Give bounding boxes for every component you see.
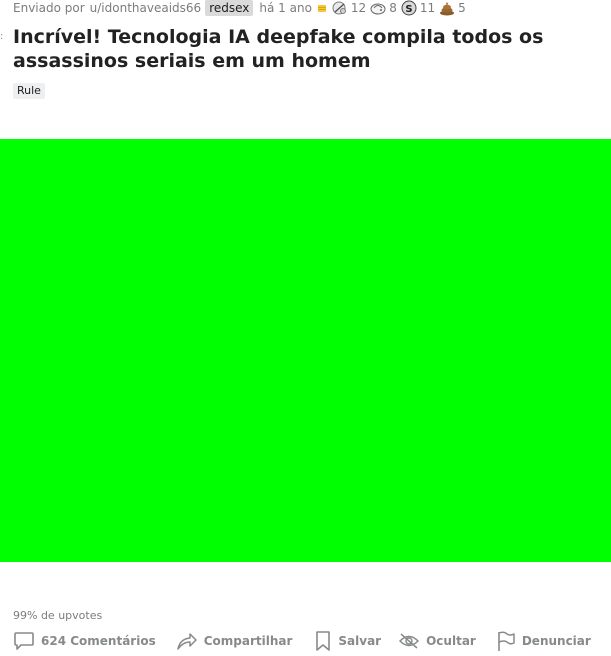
share-button[interactable]: Compartilhar (176, 629, 293, 653)
helpful-award-icon (332, 1, 346, 15)
post-card: : Enviado por u/idonthaveaids66 redsex h… (0, 0, 611, 656)
post-title[interactable]: Incrível! Tecnologia IA deepfake compila… (13, 25, 603, 73)
collapse-edge-marker: : (0, 31, 4, 42)
award-count: 12 (350, 1, 367, 15)
svg-text:S: S (405, 4, 412, 15)
save-label: Salvar (338, 634, 382, 648)
poop-award-icon (440, 2, 455, 16)
comments-label: 624 Comentários (41, 634, 156, 648)
upvote-ratio: 99% de upvotes (13, 609, 103, 622)
award-count: 5 (458, 1, 466, 15)
post-actions: 624 Comentários Compartilhar Salvar Ocul… (13, 629, 591, 653)
report-button[interactable]: Denunciar (496, 629, 591, 653)
share-label: Compartilhar (203, 634, 293, 648)
post-time: há 1 ano (259, 1, 312, 15)
hide-label: Ocultar (426, 634, 476, 648)
post-meta: Enviado por u/idonthaveaids66 redsex há … (13, 0, 466, 16)
report-label: Denunciar (521, 634, 591, 648)
bookmark-icon (316, 631, 331, 651)
comments-button[interactable]: 624 Comentários (13, 629, 156, 653)
eye-slash-icon (399, 633, 420, 649)
post-media[interactable] (0, 139, 611, 562)
user-flair: redsex (205, 0, 254, 16)
share-icon (176, 633, 197, 650)
save-button[interactable]: Salvar (314, 629, 381, 653)
post-tag[interactable]: Rule (13, 83, 45, 99)
award-count: 11 (419, 1, 436, 15)
submitted-prefix: Enviado por (13, 1, 85, 15)
wholesome-award[interactable]: 8 (370, 0, 397, 16)
wholesome-award-icon (370, 3, 386, 15)
author-link[interactable]: u/idonthaveaids66 (90, 1, 202, 15)
silver-award-icon[interactable] (316, 2, 328, 14)
poop-award[interactable]: 5 (439, 0, 466, 16)
award-count: 8 (389, 1, 397, 15)
coin-award-icon: S (401, 0, 417, 16)
flag-icon (498, 631, 515, 651)
hide-button[interactable]: Ocultar (398, 629, 476, 653)
coin-award[interactable]: S 11 (401, 0, 435, 16)
helpful-award[interactable]: 12 (332, 0, 366, 16)
comment-icon (14, 632, 34, 650)
